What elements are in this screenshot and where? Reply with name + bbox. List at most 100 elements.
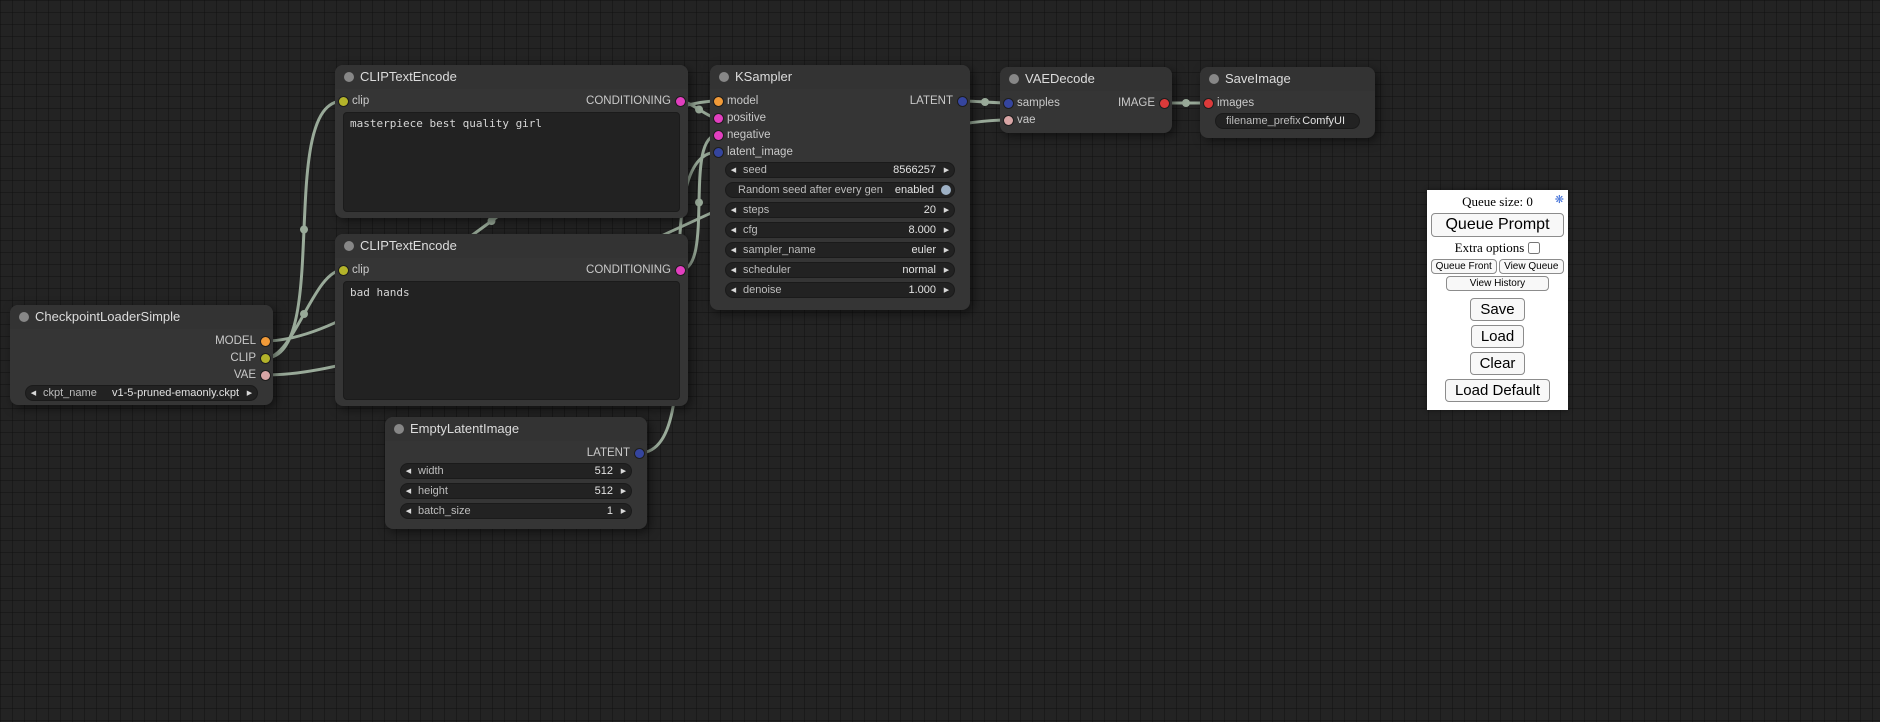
widget-value: v1-5-pruned-emaonly.ckpt — [97, 387, 242, 399]
link-midpoint-dot[interactable] — [1182, 99, 1190, 107]
node-title-bar[interactable]: CheckpointLoaderSimple — [10, 305, 273, 329]
increment-arrow-icon[interactable]: ▶ — [939, 246, 954, 254]
increment-arrow-icon[interactable]: ▶ — [939, 266, 954, 274]
input-slot-label: positive — [727, 112, 766, 124]
decrement-arrow-icon[interactable]: ◀ — [726, 206, 741, 214]
link-midpoint-dot[interactable] — [695, 106, 703, 114]
decrement-arrow-icon[interactable]: ◀ — [726, 226, 741, 234]
view-history-button[interactable]: View History — [1446, 276, 1550, 291]
decrement-arrow-icon[interactable]: ◀ — [401, 467, 416, 475]
decrement-arrow-icon[interactable]: ◀ — [726, 266, 741, 274]
clip-output-slot[interactable] — [261, 354, 270, 363]
link-midpoint-dot[interactable] — [981, 98, 989, 106]
increment-arrow-icon[interactable]: ▶ — [939, 166, 954, 174]
link-midpoint-dot[interactable] — [488, 217, 496, 225]
increment-arrow-icon[interactable]: ▶ — [242, 389, 257, 397]
positive-input-slot[interactable] — [714, 114, 723, 123]
node-vaedecode[interactable]: VAEDecodesamplesvaeIMAGE — [1000, 67, 1172, 133]
widget-width[interactable]: ◀width512▶ — [400, 463, 632, 479]
clear-button[interactable]: Clear — [1470, 352, 1526, 375]
widget-batch-size[interactable]: ◀batch_size1▶ — [400, 503, 632, 519]
clip-input-slot[interactable] — [339, 266, 348, 275]
node-title-bar[interactable]: VAEDecode — [1000, 67, 1172, 91]
widget-denoise[interactable]: ◀denoise1.000▶ — [725, 282, 955, 298]
node-checkpointloadersimple[interactable]: CheckpointLoaderSimpleMODELCLIPVAE◀ckpt_… — [10, 305, 273, 405]
image-output-slot[interactable] — [1160, 99, 1169, 108]
node-title-bar[interactable]: CLIPTextEncode — [335, 65, 688, 89]
widget-value: 512 — [444, 465, 616, 477]
node-ksampler[interactable]: KSamplermodelpositivenegativelatent_imag… — [710, 65, 970, 310]
output-slot-label: LATENT — [910, 95, 953, 107]
decrement-arrow-icon[interactable]: ◀ — [401, 507, 416, 515]
node-cliptextencode[interactable]: CLIPTextEncodeclipCONDITIONINGmasterpiec… — [335, 65, 688, 218]
widget-scheduler[interactable]: ◀schedulernormal▶ — [725, 262, 955, 278]
node-saveimage[interactable]: SaveImage images filename_prefixComfyUI — [1200, 67, 1375, 138]
node-title-bar[interactable]: CLIPTextEncode — [335, 234, 688, 258]
increment-arrow-icon[interactable]: ▶ — [939, 206, 954, 214]
graph-canvas[interactable]: Queue size: 0 ❋ Queue Prompt Extra optio… — [0, 0, 1880, 722]
collapse-dot-icon[interactable] — [394, 424, 404, 434]
latent-image-input-slot[interactable] — [714, 148, 723, 157]
node-title: VAEDecode — [1025, 71, 1095, 86]
collapse-dot-icon[interactable] — [1209, 74, 1219, 84]
view-queue-button[interactable]: View Queue — [1499, 259, 1565, 274]
collapse-dot-icon[interactable] — [1009, 74, 1019, 84]
load-button[interactable]: Load — [1471, 325, 1524, 348]
widget-seed[interactable]: ◀seed8566257▶ — [725, 162, 955, 178]
decrement-arrow-icon[interactable]: ◀ — [26, 389, 41, 397]
link-midpoint-dot[interactable] — [695, 199, 703, 207]
collapse-dot-icon[interactable] — [19, 312, 29, 322]
images-input-slot[interactable] — [1204, 99, 1213, 108]
node-title-bar[interactable]: SaveImage — [1200, 67, 1375, 91]
increment-arrow-icon[interactable]: ▶ — [616, 507, 631, 515]
prompt-text-area[interactable]: masterpiece best quality girl — [343, 112, 680, 212]
negative-input-slot[interactable] — [714, 131, 723, 140]
widget-value: 1.000 — [782, 284, 939, 296]
collapse-dot-icon[interactable] — [719, 72, 729, 82]
clip-input-slot[interactable] — [339, 97, 348, 106]
node-title-bar[interactable]: KSampler — [710, 65, 970, 89]
vae-input-slot[interactable] — [1004, 116, 1013, 125]
widget-random-seed-after-every-gen[interactable]: Random seed after every genenabled — [725, 182, 955, 198]
conditioning-output-slot[interactable] — [676, 97, 685, 106]
queue-prompt-button[interactable]: Queue Prompt — [1431, 213, 1564, 237]
extra-options-checkbox[interactable] — [1528, 242, 1540, 254]
collapse-dot-icon[interactable] — [344, 72, 354, 82]
load-default-button[interactable]: Load Default — [1445, 379, 1550, 402]
decrement-arrow-icon[interactable]: ◀ — [726, 166, 741, 174]
prompt-text-area[interactable]: bad hands — [343, 281, 680, 400]
link-midpoint-dot[interactable] — [300, 310, 308, 318]
queue-front-button[interactable]: Queue Front — [1431, 259, 1497, 274]
widget-ckpt-name[interactable]: ◀ckpt_namev1-5-pruned-emaonly.ckpt▶ — [25, 385, 258, 401]
increment-arrow-icon[interactable]: ▶ — [939, 286, 954, 294]
vae-output-slot[interactable] — [261, 371, 270, 380]
increment-arrow-icon[interactable]: ▶ — [616, 467, 631, 475]
save-button[interactable]: Save — [1470, 298, 1524, 321]
latent-output-slot[interactable] — [958, 97, 967, 106]
model-output-slot[interactable] — [261, 337, 270, 346]
node-emptylatentimage[interactable]: EmptyLatentImageLATENT◀width512▶◀height5… — [385, 417, 647, 529]
widget-cfg[interactable]: ◀cfg8.000▶ — [725, 222, 955, 238]
model-input-slot[interactable] — [714, 97, 723, 106]
node-title-bar[interactable]: EmptyLatentImage — [385, 417, 647, 441]
input-slot-label: negative — [727, 129, 770, 141]
link-midpoint-dot[interactable] — [300, 226, 308, 234]
input-slot-label: images — [1217, 97, 1254, 109]
conditioning-output-slot[interactable] — [676, 266, 685, 275]
latent-output-slot[interactable] — [635, 449, 644, 458]
increment-arrow-icon[interactable]: ▶ — [939, 226, 954, 234]
widget-steps[interactable]: ◀steps20▶ — [725, 202, 955, 218]
decrement-arrow-icon[interactable]: ◀ — [726, 246, 741, 254]
decrement-arrow-icon[interactable]: ◀ — [401, 487, 416, 495]
widget-filename-prefix[interactable]: filename_prefixComfyUI — [1215, 113, 1360, 129]
node-title: CLIPTextEncode — [360, 238, 457, 253]
widget-sampler-name[interactable]: ◀sampler_nameeuler▶ — [725, 242, 955, 258]
samples-input-slot[interactable] — [1004, 99, 1013, 108]
node-cliptextencode[interactable]: CLIPTextEncodeclipCONDITIONINGbad hands — [335, 234, 688, 406]
increment-arrow-icon[interactable]: ▶ — [616, 487, 631, 495]
node-title: EmptyLatentImage — [410, 421, 519, 436]
toggle-dot[interactable] — [941, 185, 951, 195]
widget-height[interactable]: ◀height512▶ — [400, 483, 632, 499]
decrement-arrow-icon[interactable]: ◀ — [726, 286, 741, 294]
collapse-dot-icon[interactable] — [344, 241, 354, 251]
